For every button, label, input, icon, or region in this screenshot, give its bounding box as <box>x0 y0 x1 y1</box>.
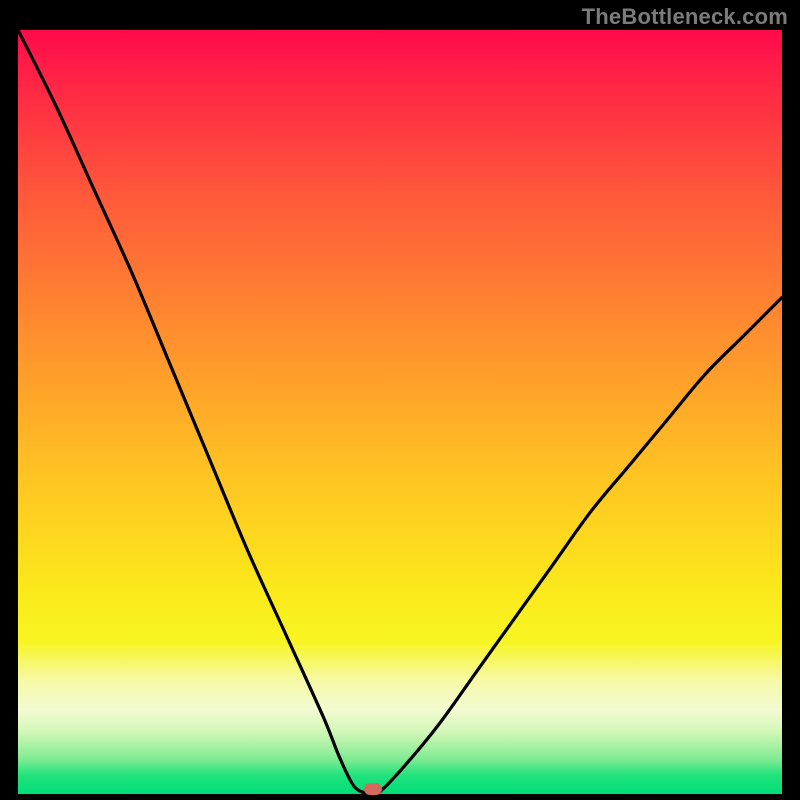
curve-path <box>18 30 782 796</box>
plot-area <box>18 30 782 794</box>
chart-frame: TheBottleneck.com <box>0 0 800 800</box>
trough-marker <box>364 783 382 795</box>
watermark-text: TheBottleneck.com <box>582 4 788 30</box>
bottleneck-curve <box>18 30 782 794</box>
